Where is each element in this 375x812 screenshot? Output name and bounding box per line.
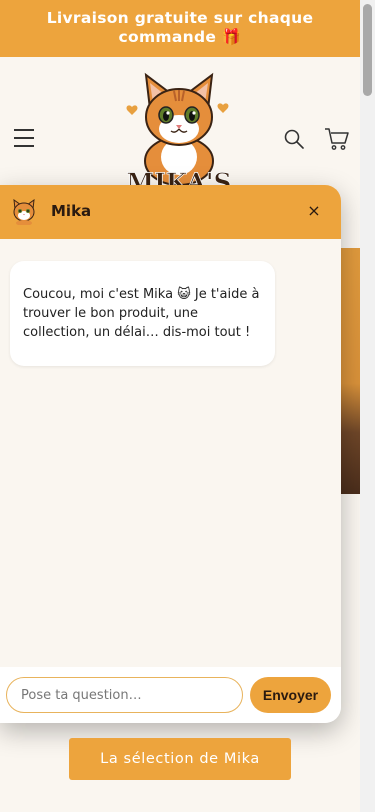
hamburger-menu-icon[interactable] xyxy=(14,129,34,147)
chat-widget: Mika × Coucou, moi c'est Mika 😺 Je t'aid… xyxy=(0,185,341,723)
search-icon[interactable] xyxy=(284,129,304,149)
hero-image xyxy=(340,248,360,494)
send-button[interactable]: Envoyer xyxy=(250,677,331,713)
mika-selection-button[interactable]: La sélection de Mika xyxy=(69,738,291,780)
chat-input-bar: Envoyer xyxy=(0,667,341,723)
announcement-text: Livraison gratuite sur chaque commande 🎁 xyxy=(46,9,314,46)
announcement-bar: Livraison gratuite sur chaque commande 🎁 xyxy=(0,0,360,57)
scrollbar-thumb[interactable] xyxy=(363,4,372,96)
chat-header: Mika × xyxy=(0,185,341,239)
cart-icon[interactable] xyxy=(324,127,350,151)
chat-title: Mika xyxy=(51,202,92,220)
cat-avatar-icon xyxy=(13,199,35,225)
chat-question-input[interactable] xyxy=(6,677,243,713)
page-scrollbar[interactable] xyxy=(360,0,375,812)
close-icon[interactable]: × xyxy=(304,201,324,221)
bot-message-text: Coucou, moi c'est Mika 😺 Je t'aide à tro… xyxy=(23,287,260,340)
mikas-logo[interactable]: MIKA'S xyxy=(124,69,234,199)
bot-message-bubble: Coucou, moi c'est Mika 😺 Je t'aide à tro… xyxy=(10,261,275,366)
